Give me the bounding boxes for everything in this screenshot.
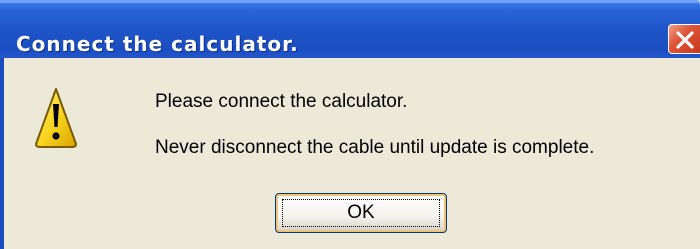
ok-button[interactable]: OK (275, 193, 447, 233)
title-bar[interactable]: Connect the calculator. (0, 0, 700, 58)
window-left-border (0, 58, 4, 249)
close-button[interactable] (668, 24, 700, 54)
dialog-window: Connect the calculator. Please connect t… (0, 0, 700, 249)
close-icon (676, 31, 694, 49)
message-line-1: Please connect the calculator. (155, 91, 408, 112)
message-line-2: Never disconnect the cable until update … (155, 137, 595, 158)
ok-button-label: OK (347, 202, 375, 223)
warning-icon (35, 88, 77, 148)
dialog-title: Connect the calculator. (16, 32, 299, 56)
